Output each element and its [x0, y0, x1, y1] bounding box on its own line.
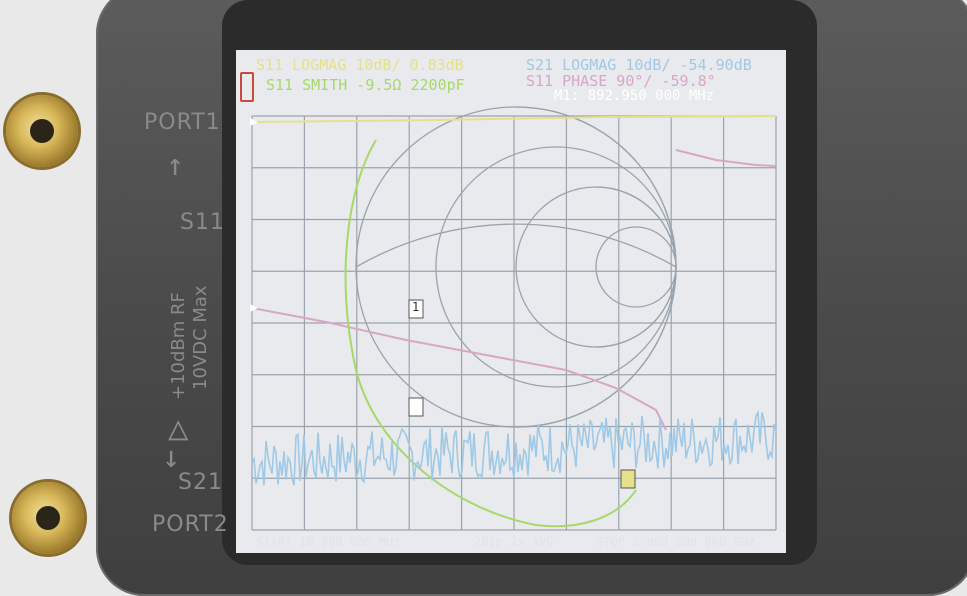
ref-marker-mid-icon: [250, 304, 258, 312]
s11-phase-upper-trace: [675, 149, 777, 167]
ref-marker-top-icon: [250, 118, 258, 126]
lcd-screen: S11 LOGMAG 10dB/ 0.83dB S11 SMITH -9.5Ω …: [236, 50, 786, 553]
smith-chart: [355, 106, 677, 428]
port2-sma-connector: [12, 482, 84, 554]
s11-label: S11: [180, 210, 225, 235]
footer-points-avg: 201p 2x AVG: [474, 535, 554, 549]
s11-phase-trace: [251, 307, 667, 431]
port1-label: PORT1: [144, 110, 221, 135]
footer-start-frequency: START 10.000 000 MHz: [256, 535, 401, 549]
port1-sma-connector: [6, 95, 78, 167]
plot-area: [250, 106, 777, 531]
marker-readout: M1: 892.950 000 MHz: [554, 88, 715, 104]
marker-1-label: 1: [412, 300, 420, 314]
trace-s11-logmag-header: S11 LOGMAG 10dB/ 0.83dB: [256, 56, 464, 74]
port1-arrow-icon: ↑: [166, 148, 185, 183]
marker-1-box-s21: [408, 397, 424, 417]
footer-stop-frequency: STOP 3.000 000 000 GHz: [596, 535, 755, 549]
trace-s11-smith-header: S11 SMITH -9.5Ω 2200pF: [266, 76, 465, 94]
battery-icon: [240, 72, 254, 102]
marker-1-box-smith: [620, 469, 636, 489]
warning-triangle-icon: △: [168, 408, 189, 448]
dc-rating-label: 10VDC Max: [190, 285, 211, 390]
s21-label: S21: [178, 470, 223, 495]
rf-rating-label: +10dBm RF: [168, 292, 189, 400]
port2-label: PORT2: [152, 512, 229, 537]
